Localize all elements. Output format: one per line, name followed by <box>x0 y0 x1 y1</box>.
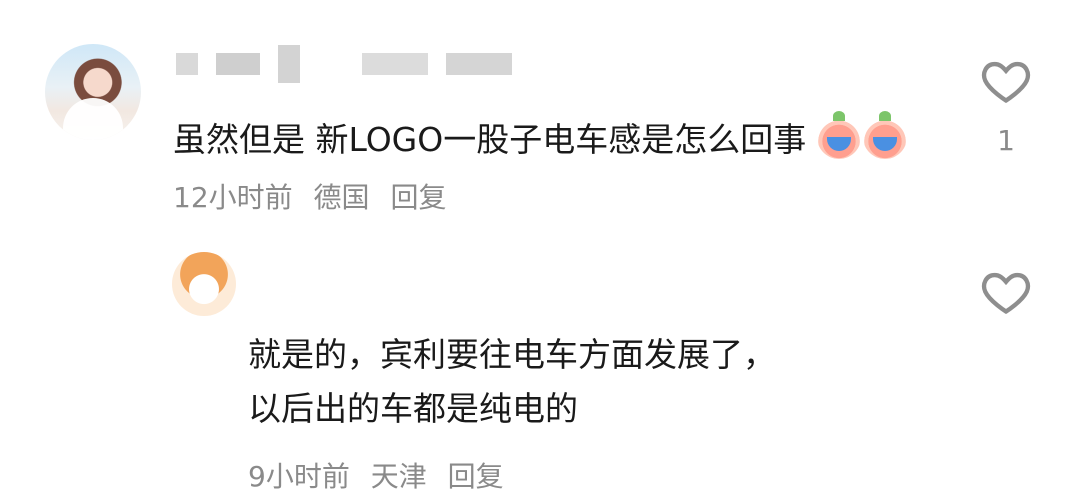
heart-outline-icon <box>979 265 1033 319</box>
crying-peach-emoji <box>816 111 861 159</box>
avatar[interactable] <box>45 44 141 140</box>
reply-meta: 9小时前 天津 回复 <box>248 455 516 495</box>
crying-peach-emoji <box>862 111 907 159</box>
comment-text: 虽然但是 新LOGO一股子电车感是怎么回事 <box>173 120 807 159</box>
reply-button[interactable]: 回复 <box>390 181 446 214</box>
heart-outline-icon <box>979 54 1033 108</box>
reply-avatar[interactable] <box>172 252 236 316</box>
comment-body: 虽然但是 新LOGO一股子电车感是怎么回事 12小时前 德国 回复 <box>173 111 943 227</box>
comment-meta: 12小时前 德国 回复 <box>173 169 458 227</box>
reply-text-line1: 就是的，宾利要往电车方面发展了， <box>248 335 776 374</box>
reply-text-line2: 以后出的车都是纯电的 <box>248 389 578 428</box>
reply-like-button[interactable] <box>979 265 1033 319</box>
like-count: 1 <box>997 124 1015 157</box>
reply-body: 就是的，宾利要往电车方面发展了， 以后出的车都是纯电的 <box>248 328 928 436</box>
masked-username[interactable] <box>176 44 512 84</box>
like-button[interactable]: 1 <box>979 54 1033 157</box>
reply-reply-button[interactable]: 回复 <box>448 460 504 493</box>
comment-time: 12小时前 <box>173 181 293 214</box>
comment-location: 德国 <box>313 181 370 214</box>
reply-time: 9小时前 <box>248 460 350 493</box>
reply-location: 天津 <box>370 460 427 493</box>
